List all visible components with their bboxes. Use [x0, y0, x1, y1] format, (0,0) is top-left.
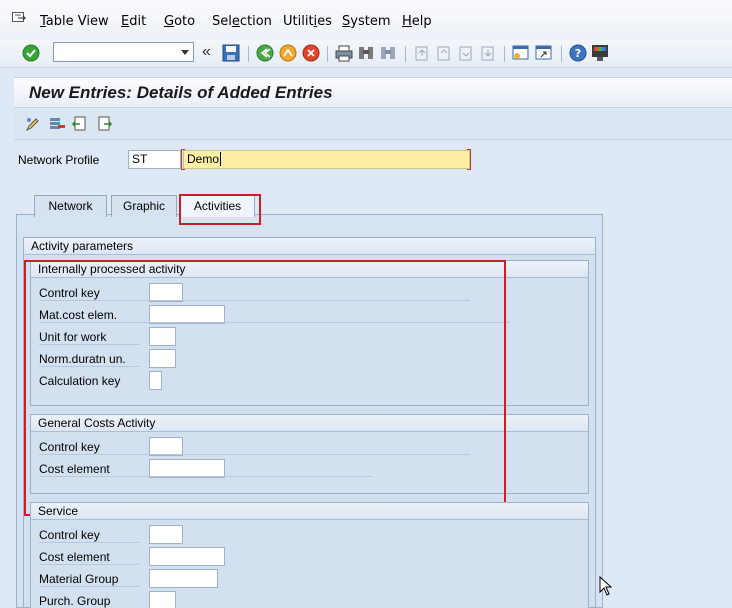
toolbar-separator — [248, 46, 249, 62]
section-highlight-box — [24, 260, 506, 516]
row-divider — [39, 564, 139, 565]
next-entry-icon[interactable] — [97, 116, 113, 132]
history-back-icon[interactable]: « — [202, 43, 211, 61]
sv-purch-group-label: Purch. Group — [39, 594, 111, 608]
toolbar-separator — [327, 46, 328, 62]
application-toolbar — [14, 109, 732, 140]
exit-icon[interactable] — [279, 44, 297, 62]
network-profile-code-input[interactable]: ST — [128, 150, 181, 169]
sv-cost-element-label: Cost element — [39, 550, 110, 564]
toolbar-separator — [504, 46, 505, 62]
menu-selection[interactable]: Selection — [212, 14, 272, 29]
sv-cost-element-input[interactable] — [149, 547, 225, 566]
field-focus-marker-right — [467, 149, 471, 170]
menu-table-view[interactable]: Table View — [40, 14, 109, 29]
previous-page-icon[interactable] — [435, 44, 453, 62]
find-next-icon[interactable] — [379, 44, 397, 62]
system-menu-icon[interactable] — [12, 12, 26, 24]
help-icon[interactable]: ? — [569, 44, 587, 62]
menu-help[interactable]: Help — [402, 14, 432, 29]
network-profile-name-input[interactable]: Demo — [183, 150, 470, 169]
menu-goto[interactable]: Goto — [164, 14, 195, 29]
delete-entry-icon[interactable] — [49, 116, 65, 132]
network-profile-label: Network Profile — [18, 153, 100, 167]
toolbar-separator — [405, 46, 406, 62]
cancel-icon[interactable] — [302, 44, 320, 62]
sv-material-group-label: Material Group — [39, 572, 119, 586]
menu-utilities[interactable]: Utilities — [283, 14, 332, 29]
shortcut-icon[interactable] — [535, 44, 553, 62]
tab-graphic[interactable]: Graphic — [111, 195, 177, 217]
create-session-icon[interactable] — [512, 44, 530, 62]
activity-parameters-title: Activity parameters — [24, 238, 595, 255]
mouse-pointer-icon — [599, 576, 613, 596]
sv-purch-group-input[interactable] — [149, 591, 176, 608]
customize-layout-icon[interactable] — [591, 44, 609, 62]
chevron-down-icon[interactable] — [181, 50, 189, 55]
row-divider — [39, 542, 139, 543]
sv-control-key-input[interactable] — [149, 525, 183, 544]
command-field[interactable] — [53, 42, 194, 62]
print-icon[interactable] — [335, 44, 353, 62]
menu-system[interactable]: System — [342, 14, 391, 29]
previous-entry-icon[interactable] — [71, 116, 87, 132]
back-icon[interactable] — [256, 44, 274, 62]
first-page-icon[interactable] — [413, 44, 431, 62]
tab-network[interactable]: Network — [34, 195, 107, 217]
find-icon[interactable] — [357, 44, 375, 62]
save-icon[interactable] — [222, 44, 240, 62]
next-page-icon[interactable] — [457, 44, 475, 62]
menu-edit[interactable]: Edit — [121, 14, 146, 29]
standard-toolbar: « ? — [0, 40, 732, 68]
tab-highlight-box — [179, 194, 261, 225]
text-cursor — [220, 152, 222, 166]
display-change-icon[interactable] — [25, 116, 41, 132]
row-divider — [39, 586, 139, 587]
service-group: Service — [30, 502, 589, 608]
svg-text:?: ? — [575, 47, 581, 60]
menu-bar: Table View Edit Goto Selection Utilities… — [0, 0, 732, 40]
service-title: Service — [31, 503, 588, 520]
last-page-icon[interactable] — [479, 44, 497, 62]
toolbar-separator — [561, 46, 562, 62]
page-title: New Entries: Details of Added Entries — [29, 83, 333, 102]
screen-title-bar: New Entries: Details of Added Entries — [14, 77, 732, 108]
sv-control-key-label: Control key — [39, 528, 100, 542]
enter-check-icon[interactable] — [22, 44, 40, 62]
sv-material-group-input[interactable] — [149, 569, 218, 588]
field-focus-marker-left — [181, 149, 185, 170]
